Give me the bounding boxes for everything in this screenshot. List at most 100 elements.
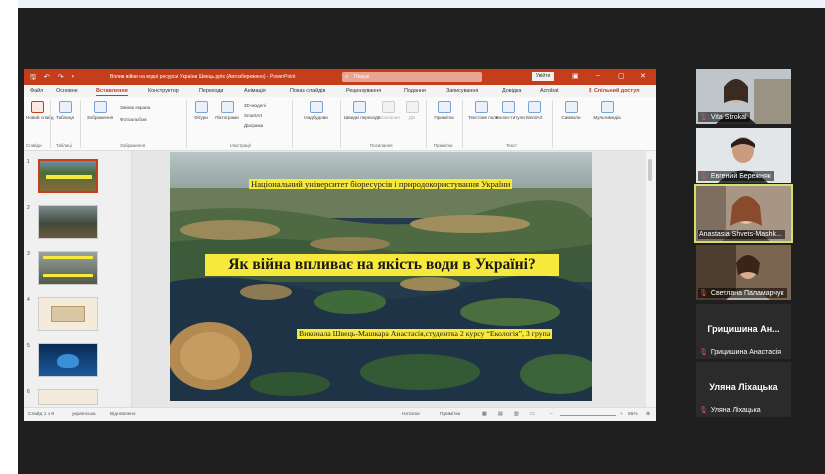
normal-view-icon[interactable]: ▦ (482, 412, 487, 417)
maximize-icon[interactable]: ▢ (618, 72, 625, 80)
reading-view-icon[interactable]: ▥ (514, 412, 519, 417)
group-separator (186, 100, 187, 148)
shapes-button[interactable]: Фігури (190, 101, 212, 121)
link-button[interactable]: Посилання (376, 101, 400, 121)
slide-thumbnail-2[interactable] (38, 205, 98, 239)
header-footer-icon (501, 101, 515, 113)
slide-number: 5 (27, 343, 30, 349)
signin-button[interactable]: Увійти (532, 72, 554, 81)
vertical-scrollbar[interactable] (646, 153, 654, 405)
participant-tile[interactable]: 🎙 Светлана Паламарчук (696, 245, 791, 300)
header-footer-button[interactable]: Колон-титули (496, 101, 525, 121)
header-footer-label: Колон-титули (496, 115, 525, 120)
participant-tile[interactable]: 🎙 Евгений Бережняк (696, 128, 791, 183)
tab-animations[interactable]: Анімація (244, 88, 266, 94)
search-box[interactable]: ⌕ Пошук (342, 72, 482, 82)
tab-file[interactable]: Файл (30, 88, 43, 94)
mic-muted-icon: 🎙 (699, 114, 708, 121)
group-separator (340, 100, 341, 148)
comments-button[interactable]: Примітки (440, 412, 460, 417)
addins-icon (309, 101, 323, 113)
zoom-slider[interactable] (560, 415, 616, 416)
slide-counter: Слайд 1 з 9 (28, 412, 54, 417)
group-separator (462, 100, 463, 148)
slide-university-text: Національний університет біоресурсів і п… (249, 179, 513, 189)
tab-insert[interactable]: Вставлення (96, 88, 128, 96)
symbols-button[interactable]: Символи (558, 101, 584, 121)
addins-button[interactable]: Надбудови (296, 101, 336, 121)
minimize-icon[interactable]: – (596, 72, 600, 79)
group-separator (50, 100, 51, 148)
close-icon[interactable]: ✕ (640, 72, 646, 80)
slide-thumbnail-3[interactable] (38, 251, 98, 285)
slide-thumbnail-4[interactable] (38, 297, 98, 331)
action-button[interactable]: Дія (404, 101, 420, 121)
language-indicator[interactable]: українська (72, 412, 96, 417)
icons-label: Піктограми (215, 115, 239, 120)
fit-slide-icon[interactable]: ⊕ (646, 412, 650, 417)
slide-title: Як війна впливає на якість води в Україн… (205, 254, 559, 276)
tab-design[interactable]: Конструктор (148, 88, 179, 94)
chart-button[interactable]: Діаграма (244, 123, 263, 128)
participant-tile[interactable]: Грицишина Ан... 🎙 Грицишина Анастасія (696, 304, 791, 359)
smartart-button[interactable]: SmartArt (244, 113, 262, 118)
quick-access-toolbar[interactable]: 🖫 ↶ ↷ ▾ (30, 73, 77, 84)
media-button[interactable]: Мультимедіа (590, 101, 624, 121)
tab-home[interactable]: Основне (56, 88, 78, 94)
addins-label: Надбудови (304, 115, 328, 120)
tab-help[interactable]: Довідка (502, 88, 521, 94)
tab-acrobat[interactable]: Acrobat (540, 88, 559, 94)
screenshot-button[interactable]: Знімок екрана (120, 105, 150, 110)
textbox-icon (474, 101, 488, 113)
group-label-tables: Таблиці (56, 143, 72, 148)
images-button[interactable]: Зображення (84, 101, 116, 121)
table-icon (58, 101, 72, 113)
group-separator (552, 100, 553, 148)
tab-record[interactable]: Записування (446, 88, 478, 94)
action-label: Дія (408, 115, 416, 120)
zoom-in-icon[interactable]: + (620, 412, 623, 417)
slide-thumbnail-5[interactable] (38, 343, 98, 377)
search-icon: ⌕ (345, 74, 349, 80)
desktop-left-strip (0, 0, 18, 474)
slide-thumbnail-1[interactable] (38, 159, 98, 193)
scrollbar-thumb[interactable] (648, 159, 652, 181)
thumbnail-title-bar (43, 256, 93, 259)
group-separator (426, 100, 427, 148)
accessibility-status[interactable]: Відновлено (110, 412, 136, 417)
tab-review[interactable]: Рецензування (346, 88, 381, 94)
slide-thumbnails-pane: 1 2 3 4 5 6 ✎ (24, 151, 132, 407)
notes-button[interactable]: Нотатки (402, 412, 420, 417)
zoom-out-icon[interactable]: – (550, 412, 553, 417)
participant-name: Светлана Паламарчук (710, 290, 784, 297)
table-button[interactable]: Таблиця (54, 101, 76, 121)
3d-models-button[interactable]: 3D-моделі (244, 103, 266, 108)
participant-tile[interactable]: Уляна Ліхацька 🎙 Уляна Ліхацька (696, 362, 791, 417)
share-button[interactable]: ⇪ Спільний доступ (588, 88, 639, 94)
current-slide[interactable]: Національний університет біоресурсів і п… (170, 152, 592, 401)
participant-name: Anastasia Shvets-Mashk... (699, 231, 782, 238)
icons-button[interactable]: Піктограми (214, 101, 240, 121)
icons-icon (220, 101, 234, 113)
participant-name-label: 🎙 Грицишина Анастасія (699, 348, 781, 356)
textbox-button[interactable]: Текстове поле (468, 101, 498, 121)
participant-tile-active-speaker[interactable]: Anastasia Shvets-Mashk... (694, 184, 793, 243)
wordart-button[interactable]: WordArt (522, 101, 546, 121)
mic-muted-icon: 🎙 (699, 173, 708, 180)
tab-slideshow[interactable]: Показ слайдів (290, 88, 325, 94)
slideshow-icon[interactable]: ▭ (530, 412, 535, 417)
photo-album-button[interactable]: Фотоальбом (120, 117, 147, 122)
ribbon-display-icon[interactable]: ▣ (572, 72, 579, 80)
comment-button[interactable]: Примітка (432, 101, 456, 121)
zoom-level[interactable]: 65% (628, 412, 638, 417)
slide-number: 2 (27, 205, 30, 211)
participant-tile[interactable]: 🎙 Vita Strokal (696, 69, 791, 124)
slide-sorter-icon[interactable]: ▤ (498, 412, 503, 417)
tab-transitions[interactable]: Переходи (199, 88, 223, 94)
participant-name-label: 🎙 Vita Strokal (698, 112, 750, 122)
zoom-button[interactable]: Швидкі переходи (344, 101, 380, 121)
new-slide-button[interactable]: Новий слайд (26, 101, 54, 121)
tab-view[interactable]: Подання (404, 88, 426, 94)
slide-thumbnail-6[interactable] (38, 389, 98, 405)
mic-muted-icon: 🎙 (699, 407, 708, 414)
